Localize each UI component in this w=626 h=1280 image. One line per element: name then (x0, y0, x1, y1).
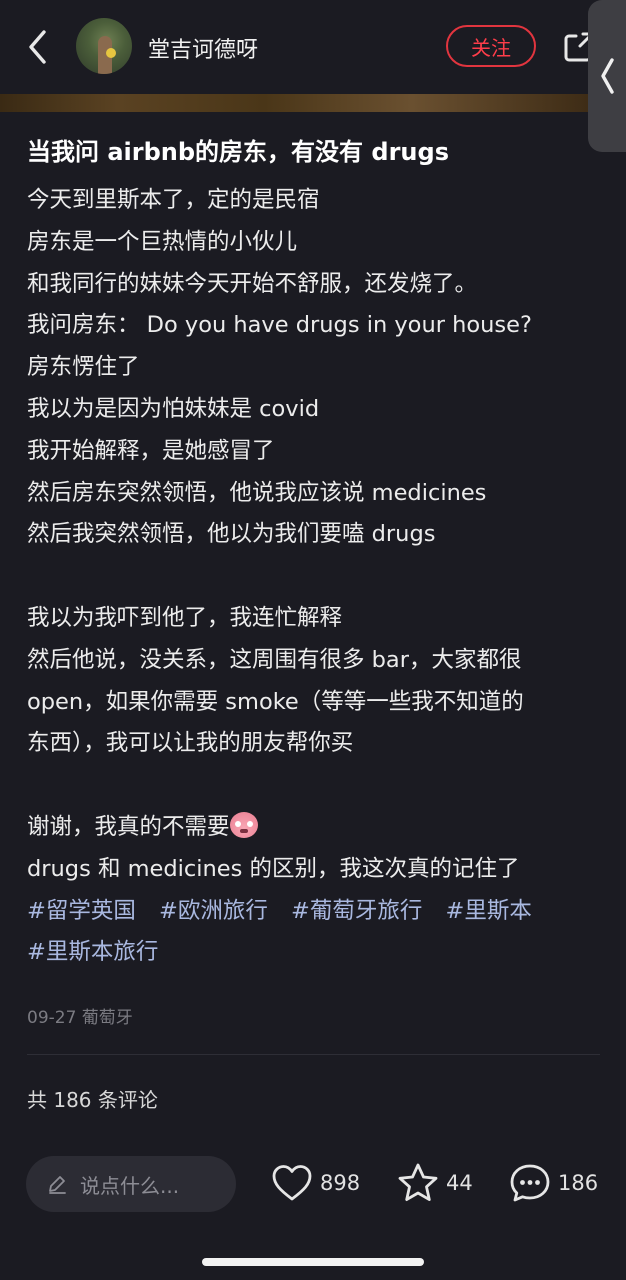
post-line: 然后我突然领悟，他以为我们要嗑 drugs (27, 521, 436, 548)
post-line: 和我同行的妹妹今天开始不舒服，还发烧了。 (27, 270, 478, 297)
post-line: 我以为我吓到他了，我连忙解释 (27, 604, 343, 631)
favorite-button[interactable]: 44 (396, 1160, 473, 1206)
comment-icon (510, 1164, 550, 1202)
post-line: 我开始解释，是她感冒了 (27, 437, 275, 464)
back-icon (29, 30, 46, 64)
post-line-with-emoji: 谢谢，我真的不需要 (27, 807, 602, 849)
home-indicator[interactable] (202, 1258, 424, 1266)
post-line: 今天到里斯本了，定的是民宿 (27, 187, 320, 213)
hashtag[interactable]: #欧洲旅行 (159, 898, 268, 924)
hashtag[interactable]: #葡萄牙旅行 (291, 898, 422, 924)
back-button[interactable] (22, 26, 58, 68)
hashtag[interactable]: #里斯本 (446, 898, 532, 924)
post-title: 当我问 airbnb的房东，有没有 drugs (27, 138, 449, 166)
post-line: 东西），我可以让我的朋友帮你买 (27, 730, 354, 757)
blushing-face-emoji-icon (229, 811, 258, 838)
author-name[interactable]: 堂吉诃德呀 (148, 32, 258, 64)
collapse-icon (601, 58, 614, 94)
avatar[interactable] (76, 18, 132, 74)
post-line: 房东是一个巨热情的小伙儿 (27, 228, 298, 255)
comments-count-button: 186 (558, 1171, 599, 1195)
follow-button[interactable]: 关注 (446, 25, 536, 67)
post-line: 我问房东： Do you have drugs in your house? (27, 312, 532, 339)
post-line: 我以为是因为怕妹妹是 covid (27, 395, 320, 422)
likes-count: 898 (320, 1171, 361, 1195)
comments-count: 共 186 条评论 (27, 1088, 158, 1112)
post-line: 然后他说，没关系，这周围有很多 bar，大家都很 (27, 646, 522, 673)
favorites-count: 44 (446, 1171, 473, 1195)
divider (27, 1054, 600, 1055)
hashtag[interactable]: #里斯本旅行 (27, 939, 158, 965)
post-line: open，如果你需要 smoke（等等一些我不知道的 (27, 688, 524, 715)
post-image-edge (0, 94, 588, 112)
post-line: drugs 和 medicines 的区别，我这次真的记住了 (27, 855, 520, 882)
heart-icon (272, 1165, 312, 1201)
star-icon (398, 1163, 438, 1201)
comment-placeholder: 说点什么... (80, 1173, 180, 1198)
comment-input[interactable]: 说点什么... (26, 1156, 236, 1212)
post-line: 然后房东突然领悟，他说我应该说 medicines (27, 479, 487, 506)
post-line: 谢谢，我真的不需要 (27, 813, 230, 840)
post-line: 房东愣住了 (27, 354, 140, 381)
post-content: 当我问 airbnb的房东，有没有 drugs 今天到里斯本了，定的是民宿 房东… (27, 130, 602, 974)
hashtag[interactable]: #留学英国 (27, 898, 136, 924)
comment-button[interactable]: 186 (508, 1160, 598, 1206)
hashtag-list: #留学英国 #欧洲旅行 #葡萄牙旅行 #里斯本 #里斯本旅行 (27, 891, 602, 975)
pencil-icon (49, 1176, 66, 1194)
top-bar: 堂吉诃德呀 关注 (0, 0, 626, 94)
like-button[interactable]: 898 (270, 1160, 360, 1206)
post-meta: 09-27 葡萄牙 (27, 1008, 133, 1028)
